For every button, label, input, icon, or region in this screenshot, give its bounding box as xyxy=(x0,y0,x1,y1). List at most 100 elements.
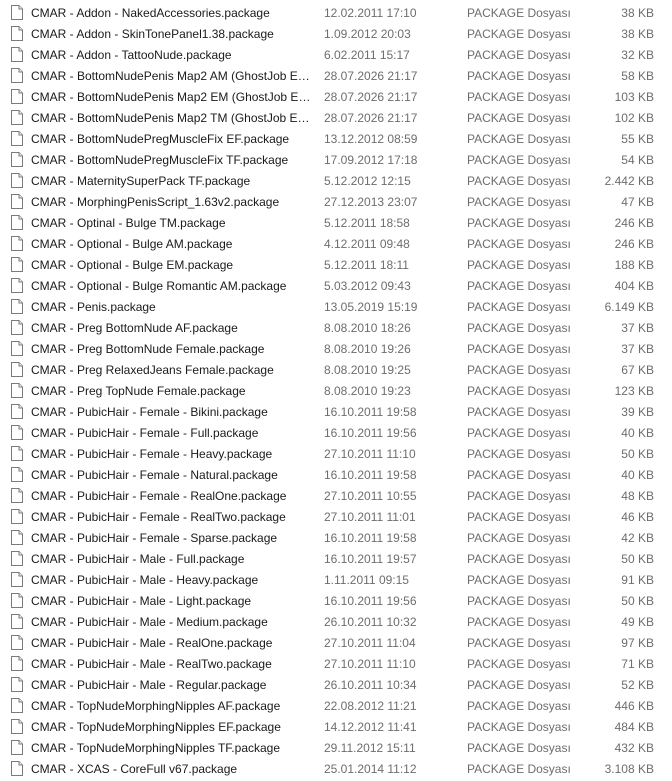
file-icon xyxy=(11,509,23,524)
file-type: PACKAGE Dosyası xyxy=(467,237,571,251)
file-row[interactable]: CMAR - Addon - NakedAccessories.package … xyxy=(0,3,672,24)
file-row[interactable]: CMAR - PubicHair - Male - Regular.packag… xyxy=(0,675,672,696)
file-row[interactable]: CMAR - MaternitySuperPack TF.package 5.1… xyxy=(0,171,672,192)
file-row[interactable]: CMAR - Optinal - Bulge TM.package 5.12.2… xyxy=(0,213,672,234)
file-row[interactable]: CMAR - PubicHair - Female - Heavy.packag… xyxy=(0,444,672,465)
file-date-modified: 8.08.2010 19:25 xyxy=(324,363,411,377)
file-size: 246 KB xyxy=(614,216,654,230)
file-type: PACKAGE Dosyası xyxy=(467,132,571,146)
file-date-modified: 28.07.2026 21:17 xyxy=(324,90,418,104)
file-size: 103 KB xyxy=(614,90,654,104)
file-size: 40 KB xyxy=(621,426,654,440)
file-type: PACKAGE Dosyası xyxy=(467,363,571,377)
file-name: CMAR - Addon - NakedAccessories.package xyxy=(31,6,270,20)
file-row[interactable]: CMAR - BottomNudePenis Map2 AM (GhostJob… xyxy=(0,66,672,87)
file-date-modified: 25.01.2014 11:12 xyxy=(324,762,417,776)
file-row[interactable]: CMAR - BottomNudePregMuscleFix TF.packag… xyxy=(0,150,672,171)
file-size: 3.108 KB xyxy=(604,762,654,776)
file-row[interactable]: CMAR - PubicHair - Female - Natural.pack… xyxy=(0,465,672,486)
file-row[interactable]: CMAR - PubicHair - Male - Light.package … xyxy=(0,591,672,612)
file-type: PACKAGE Dosyası xyxy=(467,216,571,230)
file-icon xyxy=(11,551,23,566)
file-date-modified: 5.12.2012 12:15 xyxy=(324,174,411,188)
file-type: PACKAGE Dosyası xyxy=(467,69,571,83)
file-row[interactable]: CMAR - PubicHair - Male - Heavy.package … xyxy=(0,570,672,591)
file-row[interactable]: CMAR - Preg RelaxedJeans Female.package … xyxy=(0,360,672,381)
file-row[interactable]: CMAR - BottomNudePregMuscleFix EF.packag… xyxy=(0,129,672,150)
file-row[interactable]: CMAR - PubicHair - Male - RealOne.packag… xyxy=(0,633,672,654)
file-row[interactable]: CMAR - MorphingPenisScript_1.63v2.packag… xyxy=(0,192,672,213)
file-date-modified: 27.10.2011 11:04 xyxy=(324,636,416,650)
file-size: 246 KB xyxy=(614,237,654,251)
file-name: CMAR - XCAS - CoreFull v67.package xyxy=(31,762,238,776)
file-row[interactable]: CMAR - PubicHair - Male - Full.package 1… xyxy=(0,549,672,570)
file-size: 47 KB xyxy=(621,195,654,209)
file-size: 46 KB xyxy=(621,510,654,524)
file-date-modified: 1.09.2012 20:03 xyxy=(324,27,411,41)
file-date-modified: 5.03.2012 09:43 xyxy=(324,279,411,293)
file-date-modified: 16.10.2011 19:58 xyxy=(324,468,417,482)
file-name: CMAR - Preg BottomNude AF.package xyxy=(31,321,238,335)
file-row[interactable]: CMAR - Penis.package 13.05.2019 15:19 PA… xyxy=(0,297,672,318)
file-row[interactable]: CMAR - PubicHair - Female - Bikini.packa… xyxy=(0,402,672,423)
file-icon xyxy=(11,299,23,314)
file-name: CMAR - PubicHair - Female - Natural.pack… xyxy=(31,468,278,482)
file-row[interactable]: CMAR - Addon - TattooNude.package 6.02.2… xyxy=(0,45,672,66)
file-date-modified: 16.10.2011 19:58 xyxy=(324,405,417,419)
file-date-modified: 17.09.2012 17:18 xyxy=(324,153,418,167)
file-row[interactable]: CMAR - PubicHair - Male - Medium.package… xyxy=(0,612,672,633)
file-row[interactable]: CMAR - TopNudeMorphingNipples AF.package… xyxy=(0,696,672,717)
file-type: PACKAGE Dosyası xyxy=(467,531,571,545)
file-date-modified: 8.08.2010 18:26 xyxy=(324,321,411,335)
file-row[interactable]: CMAR - Preg TopNude Female.package 8.08.… xyxy=(0,381,672,402)
file-name: CMAR - PubicHair - Female - Full.package xyxy=(31,426,259,440)
file-icon xyxy=(11,467,23,482)
file-size: 38 KB xyxy=(621,27,654,41)
file-row[interactable]: CMAR - Preg BottomNude Female.package 8.… xyxy=(0,339,672,360)
file-row[interactable]: CMAR - TopNudeMorphingNipples TF.package… xyxy=(0,738,672,759)
file-name: CMAR - BottomNudePenis Map2 EM (GhostJob… xyxy=(31,90,313,104)
file-icon xyxy=(11,677,23,692)
file-size: 91 KB xyxy=(621,573,654,587)
file-icon xyxy=(11,593,23,608)
file-row[interactable]: CMAR - PubicHair - Female - Sparse.packa… xyxy=(0,528,672,549)
file-type: PACKAGE Dosyası xyxy=(467,447,571,461)
file-row[interactable]: CMAR - XCAS - CoreFull v67.package 25.01… xyxy=(0,759,672,780)
file-row[interactable]: CMAR - BottomNudePenis Map2 EM (GhostJob… xyxy=(0,87,672,108)
file-name: CMAR - PubicHair - Female - RealOne.pack… xyxy=(31,489,287,503)
file-icon xyxy=(11,572,23,587)
file-icon xyxy=(11,278,23,293)
file-row[interactable]: CMAR - PubicHair - Female - RealOne.pack… xyxy=(0,486,672,507)
file-date-modified: 12.02.2011 17:10 xyxy=(324,6,417,20)
file-row[interactable]: CMAR - Preg BottomNude AF.package 8.08.2… xyxy=(0,318,672,339)
file-icon xyxy=(11,236,23,251)
file-name: CMAR - Addon - SkinTonePanel1.38.package xyxy=(31,27,274,41)
file-row[interactable]: CMAR - Addon - SkinTonePanel1.38.package… xyxy=(0,24,672,45)
file-row[interactable]: CMAR - TopNudeMorphingNipples EF.package… xyxy=(0,717,672,738)
file-date-modified: 8.08.2010 19:23 xyxy=(324,384,411,398)
file-name: CMAR - PubicHair - Male - Regular.packag… xyxy=(31,678,267,692)
file-date-modified: 16.10.2011 19:57 xyxy=(324,552,417,566)
file-icon xyxy=(11,89,23,104)
file-icon xyxy=(11,320,23,335)
file-row[interactable]: CMAR - Optional - Bulge AM.package 4.12.… xyxy=(0,234,672,255)
file-icon xyxy=(11,47,23,62)
file-row[interactable]: CMAR - BottomNudePenis Map2 TM (GhostJob… xyxy=(0,108,672,129)
file-size: 48 KB xyxy=(621,489,654,503)
file-row[interactable]: CMAR - PubicHair - Female - Full.package… xyxy=(0,423,672,444)
file-row[interactable]: CMAR - Optional - Bulge Romantic AM.pack… xyxy=(0,276,672,297)
file-row[interactable]: CMAR - PubicHair - Female - RealTwo.pack… xyxy=(0,507,672,528)
file-name: CMAR - BottomNudePenis Map2 AM (GhostJob… xyxy=(31,69,313,83)
file-date-modified: 8.08.2010 19:26 xyxy=(324,342,411,356)
file-date-modified: 27.10.2011 10:55 xyxy=(324,489,417,503)
file-type: PACKAGE Dosyası xyxy=(467,48,571,62)
file-name: CMAR - BottomNudePregMuscleFix EF.packag… xyxy=(31,132,290,146)
file-row[interactable]: CMAR - PubicHair - Male - RealTwo.packag… xyxy=(0,654,672,675)
file-date-modified: 6.02.2011 15:17 xyxy=(324,48,410,62)
file-icon xyxy=(11,110,23,125)
file-type: PACKAGE Dosyası xyxy=(467,510,571,524)
file-type: PACKAGE Dosyası xyxy=(467,741,571,755)
file-name: CMAR - Preg BottomNude Female.package xyxy=(31,342,265,356)
file-name: CMAR - Addon - TattooNude.package xyxy=(31,48,232,62)
file-row[interactable]: CMAR - Optional - Bulge EM.package 5.12.… xyxy=(0,255,672,276)
